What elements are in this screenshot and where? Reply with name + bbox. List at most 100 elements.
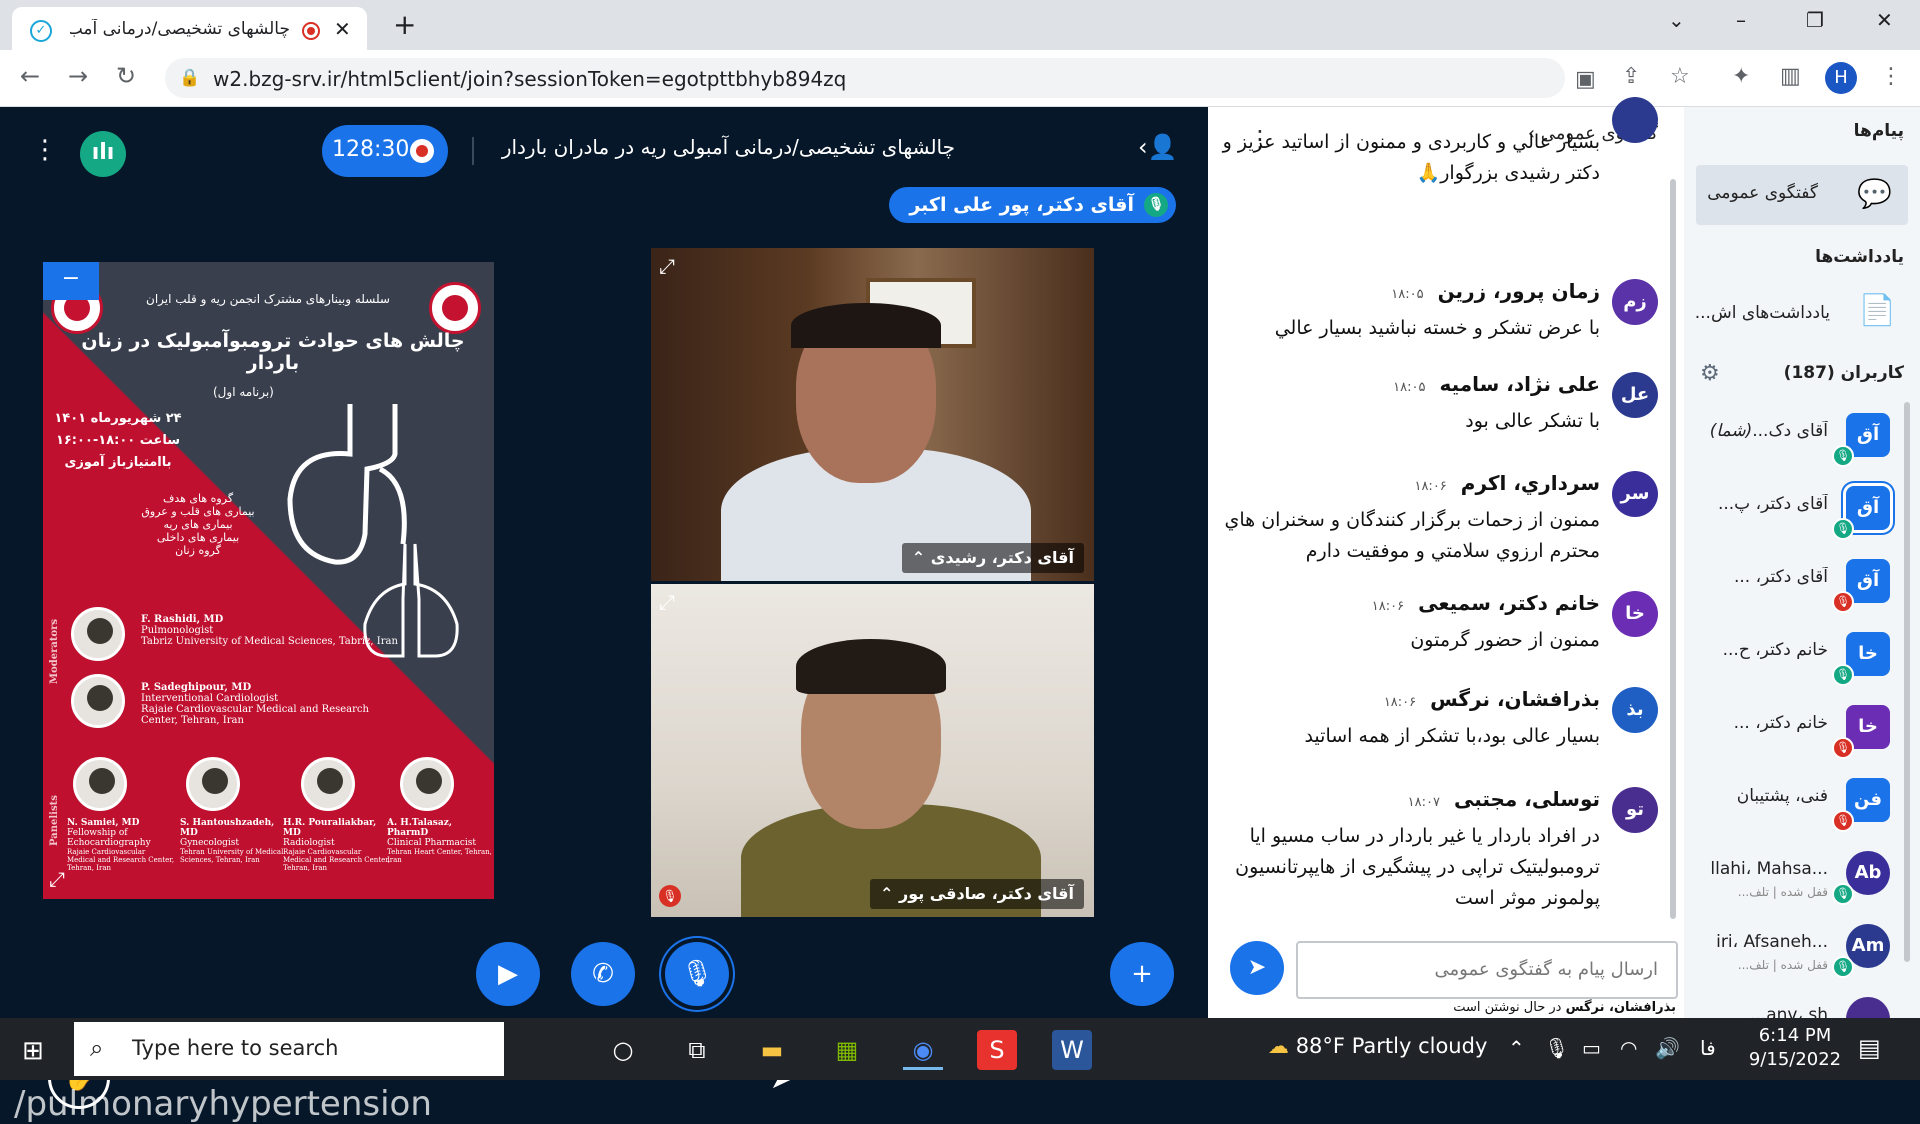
extensions-puzzle-icon[interactable]: ✦	[1732, 64, 1750, 89]
tray-chevron-icon[interactable]: ⌃	[1508, 1036, 1525, 1060]
chat-avatar[interactable]: سر	[1612, 471, 1658, 517]
talking-indicator[interactable]: آقای دکتر، پور علی اکبر 🎙	[889, 187, 1176, 223]
user-list-scrollbar[interactable]	[1904, 402, 1910, 962]
fullscreen-icon[interactable]: ⤢	[49, 867, 65, 891]
typing-indicator: بذرافشان، نرگس در حال نوشتن است	[1453, 1000, 1676, 1015]
fullscreen-icon[interactable]: ⤢	[659, 254, 675, 278]
store-icon[interactable]: ▦	[827, 1030, 867, 1070]
share-icon[interactable]: ⇪	[1622, 64, 1640, 89]
webcam-label[interactable]: آقای دکتر، صادقی پور ⌃	[870, 879, 1084, 909]
windows-start-icon[interactable]: ⊞	[22, 1036, 44, 1066]
options-menu-icon[interactable]: ⋮	[32, 135, 58, 165]
word-icon[interactable]: W	[1052, 1030, 1092, 1070]
chat-avatar[interactable]: عل	[1612, 372, 1658, 418]
fullscreen-icon[interactable]: ⤢	[659, 590, 675, 614]
toggle-userlist-icon[interactable]: ‹👤	[1138, 133, 1177, 161]
user-status-text: قفل شده | تلف...	[1737, 885, 1828, 899]
weather-widget[interactable]: ☁ 88°F Partly cloudy	[1268, 1034, 1487, 1058]
learning-dashboard-button[interactable]: ılı	[80, 131, 126, 177]
user-list-item[interactable]: آق 🎙 آقای دکتر، پ...	[1684, 480, 1914, 550]
user-list-item[interactable]: Am 🎙 ...iri، Afsaneh قفل شده | تلف...	[1684, 918, 1914, 988]
taskbar-search[interactable]: ⌕ Type here to search	[74, 1022, 504, 1076]
side-panel-icon[interactable]: ▥	[1780, 64, 1801, 89]
chat-avatar[interactable]: زم	[1612, 279, 1658, 325]
webcam-tile[interactable]: ⤢ آقای دکتر، رشیدی ⌃	[651, 248, 1094, 581]
notifications-icon[interactable]: ▤	[1858, 1034, 1881, 1062]
user-name-text: خانم دکتر، ح...	[1722, 640, 1828, 660]
moderator-role: Pulmonologist	[141, 625, 214, 636]
public-chat-item[interactable]: گفتگوی عمومی 💬	[1696, 165, 1908, 225]
actions-plus-button[interactable]: +	[1110, 942, 1174, 1006]
user-name: ...iri، Afsaneh	[1678, 932, 1828, 952]
tab-search-chevron-icon[interactable]: ⌄	[1668, 8, 1685, 32]
battery-icon[interactable]: ▭	[1582, 1036, 1601, 1060]
cortana-icon[interactable]: ○	[603, 1030, 643, 1070]
chat-timestamp: ۱۸:۰۷	[1407, 795, 1440, 810]
snagit-icon[interactable]: S	[977, 1030, 1017, 1070]
system-clock[interactable]: 6:14 PM 9/15/2022	[1745, 1024, 1845, 1072]
volume-icon[interactable]: 🔊	[1655, 1036, 1680, 1060]
slide-target-groups: گروه های هدف بیماری های قلب و عروق بیمار…	[123, 492, 273, 557]
close-window-button[interactable]: ✕	[1876, 8, 1893, 32]
user-list-item[interactable]: آق 🎙 آقای دک...(شما)	[1684, 407, 1914, 477]
chat-avatar[interactable]	[1612, 97, 1658, 143]
chat-sender-name: توسلی، مجتبی	[1453, 787, 1600, 811]
meeting-title: چالشهای تشخیصی/درمانی آمبولی ریه در مادر…	[501, 135, 955, 159]
tray-mic-icon[interactable]: 🎙	[1544, 1036, 1569, 1060]
tab-close-button[interactable]: ✕	[334, 17, 351, 41]
chat-message-text: ممنون از حضور گرمتون	[1410, 629, 1600, 651]
messages-heading: پیام‌ها	[1853, 121, 1904, 141]
recording-timer-button[interactable]: 128:30	[322, 125, 448, 177]
omnibox[interactable]: 🔒 w2.bzg-srv.ir/html5client/join?session…	[165, 58, 1596, 98]
restore-button[interactable]: ❐	[1806, 8, 1824, 32]
camera-in-use-icon[interactable]: ▣	[1575, 67, 1596, 92]
share-webcam-button[interactable]: ▶	[476, 942, 540, 1006]
shared-notes-item[interactable]: یادداشت‌های اش...	[1695, 303, 1830, 323]
user-list-item[interactable]: آق 🎙 آقای دکتر، ...	[1684, 553, 1914, 623]
moderator-affiliation: Rajaie Cardiovascular Medical and Resear…	[141, 704, 369, 726]
lock-icon: 🔒	[179, 68, 201, 88]
typing-user: بذرافشان، نرگس	[1565, 1000, 1676, 1015]
chat-avatar[interactable]: خا	[1612, 591, 1658, 637]
chat-message-input[interactable]: ارسال پیام به گفتگوی عمومی	[1296, 941, 1678, 999]
chat-message-text: در افراد باردار یا غیر باردار در ساب مسی…	[1235, 825, 1600, 909]
user-list-item[interactable]: خا 🎙 خانم دکتر، ...	[1684, 699, 1914, 769]
moderator-role: Interventional Cardiologist	[141, 693, 279, 704]
browser-tab[interactable]: ✓ چالشهای تشخیصی/درمانی آمب - ✕	[12, 7, 367, 50]
send-message-button[interactable]: ➤	[1230, 941, 1284, 995]
chat-message-header: علی نژاد، سامیه ۱۸:۰۵	[1393, 372, 1600, 396]
chat-panel: ⋮ گفتگوی عمومی › بسيار عالي و کاربردی و …	[1208, 97, 1684, 1018]
mute-mic-button[interactable]: 🎙	[665, 942, 729, 1006]
new-tab-button[interactable]: +	[393, 8, 416, 41]
chrome-icon[interactable]: ◉	[903, 1030, 943, 1070]
wifi-icon[interactable]: ◠	[1620, 1036, 1637, 1060]
file-explorer-icon[interactable]: ▬	[752, 1030, 792, 1070]
input-language[interactable]: فا	[1700, 1036, 1716, 1060]
back-button[interactable]: ←	[20, 62, 40, 90]
target-group-title: گروه های هدف	[162, 492, 234, 505]
user-list-item[interactable]: خا 🎙 خانم دکتر، ح...	[1684, 626, 1914, 696]
moderator-affiliation: Tabriz University of Medical Sciences, T…	[141, 636, 398, 647]
user-list-item[interactable]: Ab 🎙 ...llahi، Mahsa قفل شده | تلف...	[1684, 845, 1914, 915]
profile-avatar[interactable]: H	[1825, 62, 1857, 94]
webcam-label[interactable]: آقای دکتر، رشیدی ⌃	[901, 543, 1084, 573]
minimize-presentation-button[interactable]: −	[43, 262, 99, 300]
settings-gear-icon[interactable]: ⚙	[1700, 361, 1720, 386]
forward-button[interactable]: →	[68, 62, 88, 90]
task-view-icon[interactable]: ⧉	[677, 1030, 717, 1070]
user-list-item[interactable]: فن 🎙 فنی، پشتیبان	[1684, 772, 1914, 842]
webcam-tile[interactable]: ⤢ 🎙 آقای دکتر، صادقی پور ⌃	[651, 584, 1094, 917]
user-name-text: فنی، پشتیبان	[1736, 786, 1828, 806]
chat-avatar[interactable]: بذ	[1612, 687, 1658, 733]
minimize-button[interactable]: –	[1736, 8, 1746, 32]
chat-avatar[interactable]: تو	[1612, 787, 1658, 833]
leave-audio-button[interactable]: ✆	[571, 942, 635, 1006]
url-text[interactable]: w2.bzg-srv.ir/html5client/join?sessionTo…	[213, 67, 846, 91]
user-mic-status-icon: 🎙	[1832, 591, 1854, 613]
user-mic-status-icon: 🎙	[1832, 518, 1854, 540]
bookmark-star-icon[interactable]: ☆	[1670, 64, 1690, 89]
chat-scrollbar[interactable]	[1670, 179, 1676, 919]
browser-menu-icon[interactable]: ⋮	[1880, 64, 1902, 89]
reload-button[interactable]: ↻	[116, 62, 136, 90]
moderator-card: F. Rashidi, MD Pulmonologist Tabriz Univ…	[141, 614, 398, 647]
